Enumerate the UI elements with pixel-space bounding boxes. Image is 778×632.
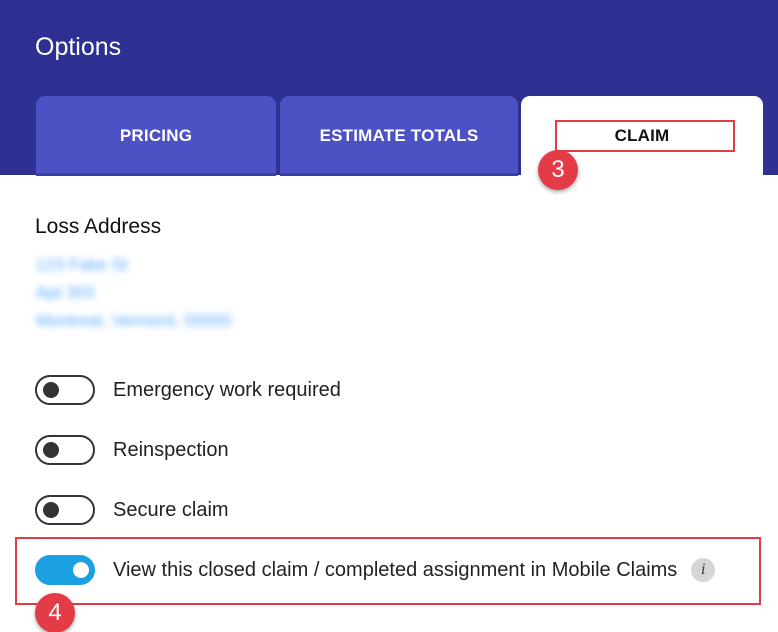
toggle-knob (73, 562, 89, 578)
secure-claim-row: Secure claim (35, 495, 229, 525)
secure-claim-label: Secure claim (113, 498, 229, 521)
info-icon[interactable]: i (691, 558, 716, 582)
step-3-badge: 3 (538, 150, 578, 190)
emergency-work-toggle[interactable] (35, 375, 95, 405)
mobile-claims-label: View this closed claim / completed assig… (113, 558, 678, 581)
toggle-knob (43, 382, 59, 398)
toggle-knob (43, 502, 59, 518)
loss-address-heading: Loss Address (35, 215, 162, 238)
reinspection-toggle[interactable] (35, 435, 95, 465)
mobile-claims-toggle[interactable] (35, 555, 95, 585)
page-title: Options (35, 33, 122, 61)
step-4-badge: 4 (35, 593, 75, 632)
mobile-claims-row: View this closed claim / completed assig… (35, 555, 716, 585)
address-line-2: Apt 303 (36, 283, 95, 302)
emergency-work-label: Emergency work required (113, 378, 341, 401)
reinspection-label: Reinspection (113, 438, 229, 461)
reinspection-row: Reinspection (35, 435, 229, 465)
address-line-3: Montreal, Vermont, 55555 (36, 311, 232, 330)
tab-pricing[interactable]: PRICING (36, 96, 276, 176)
secure-claim-toggle[interactable] (35, 495, 95, 525)
emergency-work-row: Emergency work required (35, 375, 341, 405)
toggle-knob (43, 442, 59, 458)
tab-estimate-totals[interactable]: ESTIMATE TOTALS (280, 96, 518, 176)
address-line-1: 123 Fake St (36, 255, 128, 274)
claim-tab-highlight-box (555, 120, 735, 152)
